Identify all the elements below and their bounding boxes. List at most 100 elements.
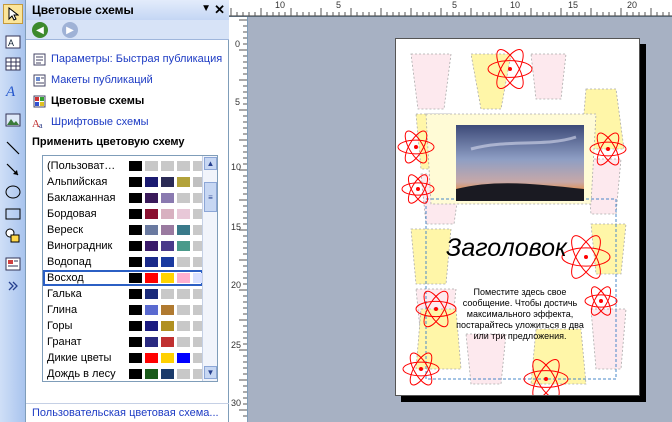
color-scheme-list[interactable]: (Пользоват… Альпийская Баклажанная Бордовая… [42, 155, 218, 382]
scroll-down-icon[interactable]: ▼ [204, 366, 217, 379]
ruler-label: 15 [231, 222, 242, 232]
link-font-schemes[interactable]: Aa Шрифтовые схемы [32, 115, 149, 129]
color-swatch [177, 193, 190, 203]
pane-menu-dropdown-icon[interactable]: ▼ [201, 3, 211, 14]
pane-navigation-bar: ◀ ▶ [26, 20, 229, 40]
color-swatch [161, 177, 174, 187]
color-swatch [177, 161, 190, 171]
color-scheme-item[interactable]: Гранат [43, 334, 206, 350]
color-swatch [177, 337, 190, 347]
link-color-schemes[interactable]: Цветовые схемы [32, 94, 144, 108]
color-scheme-item[interactable]: Альпийская [43, 174, 206, 190]
color-scheme-name: Гранат [47, 336, 82, 348]
publication-page[interactable]: Заголовок Поместите здесь свое сообщение… [395, 38, 640, 396]
back-arrow-icon[interactable]: ◀ [32, 22, 48, 38]
link-label: Шрифтовые схемы [51, 116, 149, 128]
color-swatch [161, 273, 174, 283]
text-box-tool-icon[interactable]: A [3, 32, 23, 52]
ruler-label: 15 [568, 0, 579, 10]
color-swatch [161, 241, 174, 251]
more-tools-icon[interactable] [3, 276, 23, 296]
color-scheme-item[interactable]: Дождь в лесу [43, 366, 206, 381]
objects-toolbar: A A [0, 0, 26, 422]
svg-text:A: A [8, 38, 14, 48]
color-scheme-item[interactable]: (Пользоват… [43, 158, 206, 174]
ruler-label: 5 [452, 0, 458, 10]
color-scheme-item[interactable]: Водопад [43, 254, 206, 270]
scheme-list-scrollbar[interactable]: ▲ ≡ ▼ [202, 156, 217, 381]
arrow-tool-icon[interactable] [3, 160, 23, 180]
color-scheme-item[interactable]: Галька [43, 286, 206, 302]
color-scheme-item[interactable]: Глина [43, 302, 206, 318]
color-scheme-item[interactable]: Горы [43, 318, 206, 334]
line-tool-icon[interactable] [3, 138, 23, 158]
color-scheme-name: Баклажанная [47, 192, 116, 204]
color-swatch [161, 257, 174, 267]
color-swatch [145, 257, 158, 267]
color-swatch [129, 337, 142, 347]
autoshapes-tool-icon[interactable] [3, 226, 23, 246]
color-swatch [145, 177, 158, 187]
color-swatch [129, 193, 142, 203]
color-scheme-item[interactable]: Восход [43, 270, 206, 286]
color-swatch [145, 209, 158, 219]
custom-color-scheme-link[interactable]: Пользовательская цветовая схема... [32, 407, 219, 419]
page-artwork [397, 48, 627, 395]
color-scheme-name: (Пользоват… [47, 160, 116, 172]
publication-workspace: Заголовок Поместите здесь свое сообщение… [248, 17, 672, 422]
ruler-label: 10 [275, 0, 286, 10]
task-pane-header: Цветовые схемы ▼ ✕ [26, 0, 229, 20]
horizontal-ruler[interactable]: 10 5 5 10 15 20 [229, 0, 672, 17]
color-scheme-item[interactable]: Вереск [43, 222, 206, 238]
ruler-label: 20 [231, 280, 242, 290]
svg-text:a: a [39, 121, 43, 129]
scroll-up-icon[interactable]: ▲ [204, 157, 217, 170]
color-swatch [177, 353, 190, 363]
color-swatch [145, 289, 158, 299]
body-text[interactable]: Поместите здесь свое сообщение. Чтобы до… [451, 287, 589, 342]
color-scheme-item[interactable]: Виноградник [43, 238, 206, 254]
color-swatch [177, 369, 190, 379]
select-tool-icon[interactable] [3, 4, 23, 24]
svg-text:A: A [5, 84, 16, 98]
color-swatch [145, 305, 158, 315]
color-swatch [161, 289, 174, 299]
vertical-ruler[interactable]: 0 5 10 15 20 25 30 [229, 17, 248, 422]
color-swatch [129, 257, 142, 267]
rectangle-tool-icon[interactable] [3, 204, 23, 224]
footer-divider [26, 403, 229, 404]
ruler-label: 30 [231, 398, 242, 408]
table-tool-icon[interactable] [3, 54, 23, 74]
scroll-thumb[interactable]: ≡ [204, 182, 217, 212]
color-scheme-name: Галька [47, 288, 82, 300]
color-swatch [145, 273, 158, 283]
color-scheme-item[interactable]: Дикие цветы [43, 350, 206, 366]
color-swatch [129, 353, 142, 363]
color-swatch [161, 337, 174, 347]
color-swatch [161, 369, 174, 379]
oval-tool-icon[interactable] [3, 182, 23, 202]
ruler-label: 20 [627, 0, 638, 10]
color-scheme-name: Восход [47, 272, 84, 284]
link-quick-publication-options[interactable]: Параметры: Быстрая публикация [32, 52, 222, 66]
color-scheme-name: Виноградник [47, 240, 113, 252]
color-swatch [129, 289, 142, 299]
color-scheme-item[interactable]: Баклажанная [43, 190, 206, 206]
color-swatch [161, 209, 174, 219]
color-swatch [129, 305, 142, 315]
color-swatch [177, 209, 190, 219]
link-publication-layouts[interactable]: Макеты публикаций [32, 73, 153, 87]
design-gallery-tool-icon[interactable] [3, 254, 23, 274]
color-swatch [129, 273, 142, 283]
wordart-tool-icon[interactable]: A [3, 80, 23, 100]
color-swatch [145, 225, 158, 235]
color-swatch [145, 321, 158, 331]
picture-frame-tool-icon[interactable] [3, 110, 23, 130]
close-pane-icon[interactable]: ✕ [214, 2, 225, 18]
forward-arrow-icon[interactable]: ▶ [62, 22, 78, 38]
color-scheme-item[interactable]: Бордовая [43, 206, 206, 222]
color-swatch [145, 353, 158, 363]
color-swatch [177, 225, 190, 235]
color-swatch [177, 273, 190, 283]
headline-text[interactable]: Заголовок [446, 234, 567, 263]
